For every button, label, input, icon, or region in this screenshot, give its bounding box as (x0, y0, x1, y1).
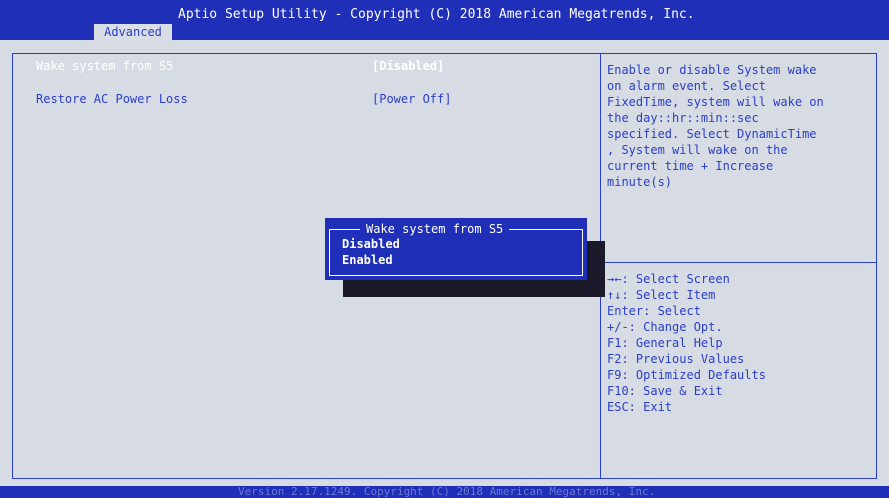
help-line: , System will wake on the (607, 143, 788, 157)
key-f10: F10: Save & Exit (607, 384, 723, 398)
help-line: minute(s) (607, 175, 673, 189)
setting-value[interactable]: [Power Off] (372, 90, 451, 108)
key-enter: Enter: Select (607, 304, 701, 318)
key-esc: ESC: Exit (607, 400, 673, 414)
key-f2: F2: Previous Values (607, 352, 745, 366)
tab-advanced[interactable]: Advanced (94, 24, 172, 40)
app-title: Aptio Setup Utility - Copyright (C) 2018… (178, 7, 695, 22)
help-description: Enable or disable System wake on alarm e… (607, 62, 873, 190)
key-select-screen: →←: Select Screen (607, 272, 730, 286)
help-line: current time + Increase (607, 159, 774, 173)
key-legend: →←: Select Screen ↑↓: Select Item Enter:… (607, 271, 873, 415)
help-separator (601, 262, 877, 263)
help-line: Enable or disable System wake (607, 63, 817, 77)
help-line: specified. Select DynamicTime (607, 127, 817, 141)
help-line: the day::hr::min::sec (607, 111, 759, 125)
setting-value[interactable]: [Disabled] (372, 57, 444, 75)
help-line: on alarm event. Select (607, 79, 766, 93)
key-select-item: ↑↓: Select Item (607, 288, 716, 302)
popup-option-disabled[interactable]: Disabled (342, 237, 400, 251)
footer-version: Version 2.17.1249. Copyright (C) 2018 Am… (238, 485, 656, 498)
option-popup: Wake system from S5 Disabled Enabled (325, 218, 587, 280)
setting-wake-system-from-s5[interactable]: Wake system from S5 [Disabled] (22, 57, 592, 75)
key-change-opt: +/-: Change Opt. (607, 320, 723, 334)
setting-restore-ac-power-loss[interactable]: Restore AC Power Loss [Power Off] (22, 90, 592, 108)
key-f9: F9: Optimized Defaults (607, 368, 766, 382)
setting-label: Wake system from S5 (36, 59, 174, 73)
key-f1: F1: General Help (607, 336, 723, 350)
popup-title: Wake system from S5 (360, 222, 510, 236)
help-line: FixedTime, system will wake on (607, 95, 824, 109)
setting-label: Restore AC Power Loss (36, 92, 188, 106)
popup-option-enabled[interactable]: Enabled (342, 253, 393, 267)
